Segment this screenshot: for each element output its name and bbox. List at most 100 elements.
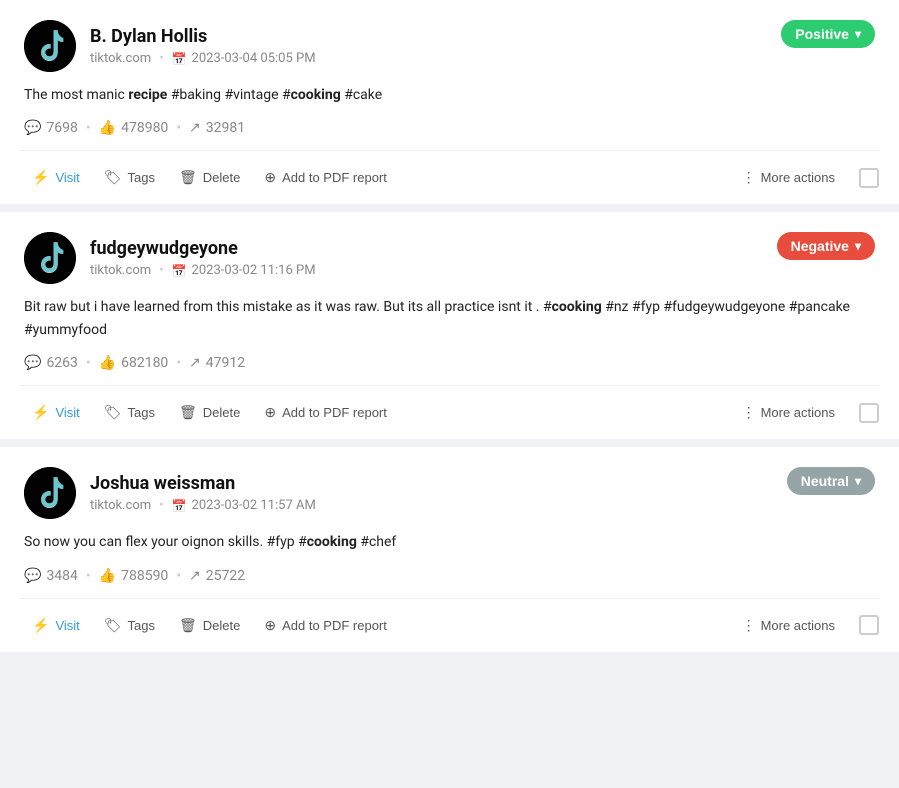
card-header: B. Dylan Hollis tiktok.com • 📅 2023-03-0…	[24, 20, 875, 72]
select-checkbox[interactable]	[859, 168, 879, 188]
like-icon: 👍	[99, 355, 116, 371]
chevron-down-icon: ▾	[855, 239, 861, 253]
post-date: 📅 2023-03-02 11:16 PM	[172, 263, 316, 278]
tags-label: Tags	[128, 405, 155, 420]
delete-button[interactable]: 🗑 Delete	[167, 163, 252, 192]
pdf-label: Add to PDF report	[282, 405, 387, 420]
likes-stat: 👍 788590	[99, 568, 169, 584]
shares-count: 25722	[206, 568, 245, 584]
post-card-1: B. Dylan Hollis tiktok.com • 📅 2023-03-0…	[0, 0, 899, 204]
ellipsis-icon: ⋮	[742, 404, 756, 421]
tags-button[interactable]: 🏷 Tags	[92, 163, 167, 192]
like-icon: 👍	[99, 120, 116, 136]
card-header-left: fudgeywudgeyone tiktok.com • 📅 2023-03-0…	[24, 232, 316, 284]
more-actions-label: More actions	[761, 618, 835, 633]
likes-count: 682180	[121, 355, 168, 371]
actions-bar: ⚡ Visit 🏷 Tags 🗑 Delete ⊕ Add to PDF rep…	[20, 598, 879, 652]
trash-icon: 🗑	[179, 404, 197, 421]
sentiment-label: Negative	[791, 238, 849, 254]
trash-icon: 🗑	[179, 169, 197, 186]
share-icon: ↗	[189, 120, 201, 136]
likes-stat: 👍 682180	[99, 355, 169, 371]
domain: tiktok.com	[90, 51, 151, 66]
sentiment-badge[interactable]: Negative ▾	[777, 232, 875, 260]
card-header: fudgeywudgeyone tiktok.com • 📅 2023-03-0…	[24, 232, 875, 284]
card-header-left: B. Dylan Hollis tiktok.com • 📅 2023-03-0…	[24, 20, 316, 72]
stats-bar: 💬 3484 • 👍 788590 • ↗ 25722	[24, 568, 875, 584]
visit-button[interactable]: ⚡ Visit	[20, 398, 92, 427]
trash-icon: 🗑	[179, 617, 197, 634]
comments-count: 3484	[46, 568, 77, 584]
tags-label: Tags	[128, 618, 155, 633]
avatar	[24, 467, 76, 519]
lightning-icon: ⚡	[32, 404, 49, 421]
delete-label: Delete	[203, 405, 241, 420]
chevron-down-icon: ▾	[855, 474, 861, 488]
pdf-icon: ⊕	[264, 404, 276, 421]
comment-icon: 💬	[24, 568, 41, 584]
shares-count: 32981	[206, 120, 245, 136]
add-to-pdf-button[interactable]: ⊕ Add to PDF report	[252, 611, 399, 640]
comments-stat: 💬 6263	[24, 355, 78, 371]
sentiment-badge[interactable]: Positive ▾	[781, 20, 875, 48]
post-content: Bit raw but i have learned from this mis…	[24, 296, 875, 341]
username: Joshua weissman	[90, 473, 316, 494]
comments-count: 7698	[46, 120, 77, 136]
user-info: fudgeywudgeyone tiktok.com • 📅 2023-03-0…	[90, 238, 316, 278]
pdf-icon: ⊕	[264, 169, 276, 186]
lightning-icon: ⚡	[32, 617, 49, 634]
more-actions-button[interactable]: ⋮ More actions	[730, 611, 847, 640]
tag-icon: 🏷	[104, 404, 122, 421]
visit-button[interactable]: ⚡ Visit	[20, 163, 92, 192]
add-to-pdf-button[interactable]: ⊕ Add to PDF report	[252, 398, 399, 427]
pdf-label: Add to PDF report	[282, 618, 387, 633]
ellipsis-icon: ⋮	[742, 169, 756, 186]
meta: tiktok.com • 📅 2023-03-02 11:57 AM	[90, 498, 316, 513]
sentiment-badge[interactable]: Neutral ▾	[787, 467, 875, 495]
visit-button[interactable]: ⚡ Visit	[20, 611, 92, 640]
avatar	[24, 232, 76, 284]
domain: tiktok.com	[90, 498, 151, 513]
tags-button[interactable]: 🏷 Tags	[92, 611, 167, 640]
shares-stat: ↗ 47912	[189, 355, 245, 371]
delete-label: Delete	[203, 170, 241, 185]
select-checkbox[interactable]	[859, 403, 879, 423]
delete-button[interactable]: 🗑 Delete	[167, 611, 252, 640]
sentiment-label: Positive	[795, 26, 849, 42]
tag-icon: 🏷	[104, 169, 122, 186]
actions-right: ⋮ More actions	[730, 163, 879, 192]
post-date: 📅 2023-03-02 11:57 AM	[172, 498, 316, 513]
shares-stat: ↗ 25722	[189, 568, 245, 584]
more-actions-label: More actions	[761, 170, 835, 185]
tag-icon: 🏷	[104, 617, 122, 634]
comment-icon: 💬	[24, 355, 41, 371]
stats-bar: 💬 6263 • 👍 682180 • ↗ 47912	[24, 355, 875, 371]
actions-right: ⋮ More actions	[730, 611, 879, 640]
select-checkbox[interactable]	[859, 615, 879, 635]
comments-count: 6263	[46, 355, 77, 371]
add-to-pdf-button[interactable]: ⊕ Add to PDF report	[252, 163, 399, 192]
post-card-2: fudgeywudgeyone tiktok.com • 📅 2023-03-0…	[0, 212, 899, 439]
actions-right: ⋮ More actions	[730, 398, 879, 427]
ellipsis-icon: ⋮	[742, 617, 756, 634]
stats-bar: 💬 7698 • 👍 478980 • ↗ 32981	[24, 120, 875, 136]
more-actions-button[interactable]: ⋮ More actions	[730, 398, 847, 427]
more-actions-button[interactable]: ⋮ More actions	[730, 163, 847, 192]
visit-label: Visit	[55, 170, 79, 185]
calendar-icon: 📅	[172, 52, 187, 66]
like-icon: 👍	[99, 568, 116, 584]
delete-button[interactable]: 🗑 Delete	[167, 398, 252, 427]
actions-bar: ⚡ Visit 🏷 Tags 🗑 Delete ⊕ Add to PDF rep…	[20, 385, 879, 439]
tags-label: Tags	[128, 170, 155, 185]
calendar-icon: 📅	[172, 499, 187, 513]
chevron-down-icon: ▾	[855, 27, 861, 41]
post-content: So now you can flex your oignon skills. …	[24, 531, 875, 553]
more-actions-label: More actions	[761, 405, 835, 420]
tags-button[interactable]: 🏷 Tags	[92, 398, 167, 427]
comments-stat: 💬 3484	[24, 568, 78, 584]
share-icon: ↗	[189, 355, 201, 371]
shares-stat: ↗ 32981	[189, 120, 245, 136]
comments-stat: 💬 7698	[24, 120, 78, 136]
likes-stat: 👍 478980	[99, 120, 169, 136]
pdf-icon: ⊕	[264, 617, 276, 634]
